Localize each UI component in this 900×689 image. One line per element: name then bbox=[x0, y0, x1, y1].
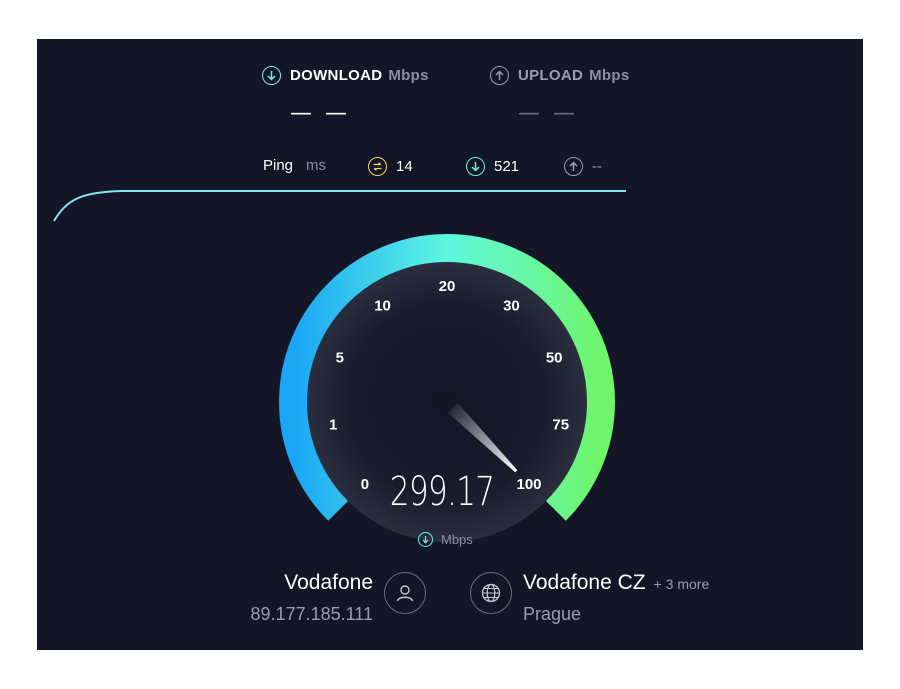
globe-icon[interactable] bbox=[470, 572, 512, 614]
gauge-tick-50: 50 bbox=[546, 350, 563, 367]
gauge-tick-1: 1 bbox=[329, 417, 337, 434]
gauge-tick-100: 100 bbox=[517, 476, 542, 493]
provider-name: Vodafone bbox=[284, 571, 373, 594]
provider-ip: 89.177.185.111 bbox=[250, 604, 373, 624]
speedometer-gauge: 0151020305075100 bbox=[279, 234, 615, 542]
user-icon[interactable] bbox=[384, 572, 426, 614]
gauge-tick-75: 75 bbox=[552, 417, 569, 434]
gauge-tick-10: 10 bbox=[374, 298, 391, 315]
server-location: Prague bbox=[523, 604, 582, 624]
gauge-tick-20: 20 bbox=[439, 278, 456, 295]
speed-unit-label: Mbps bbox=[441, 532, 473, 547]
gauge-tick-5: 5 bbox=[336, 350, 344, 367]
gauge-tick-30: 30 bbox=[503, 298, 520, 315]
server-name-row[interactable]: Vodafone CZ + 3 more bbox=[523, 571, 709, 595]
speed-test-panel: DOWNLOAD Mbps — — UPLOAD Mbps — — Ping m… bbox=[37, 39, 863, 650]
server-name[interactable]: Vodafone CZ bbox=[523, 571, 646, 594]
speed-unit-row: Mbps bbox=[418, 532, 473, 547]
speed-reading: 299.17 bbox=[389, 469, 495, 515]
arrow-down-small-icon bbox=[418, 532, 433, 547]
server-more-link[interactable]: + 3 more bbox=[654, 576, 710, 592]
